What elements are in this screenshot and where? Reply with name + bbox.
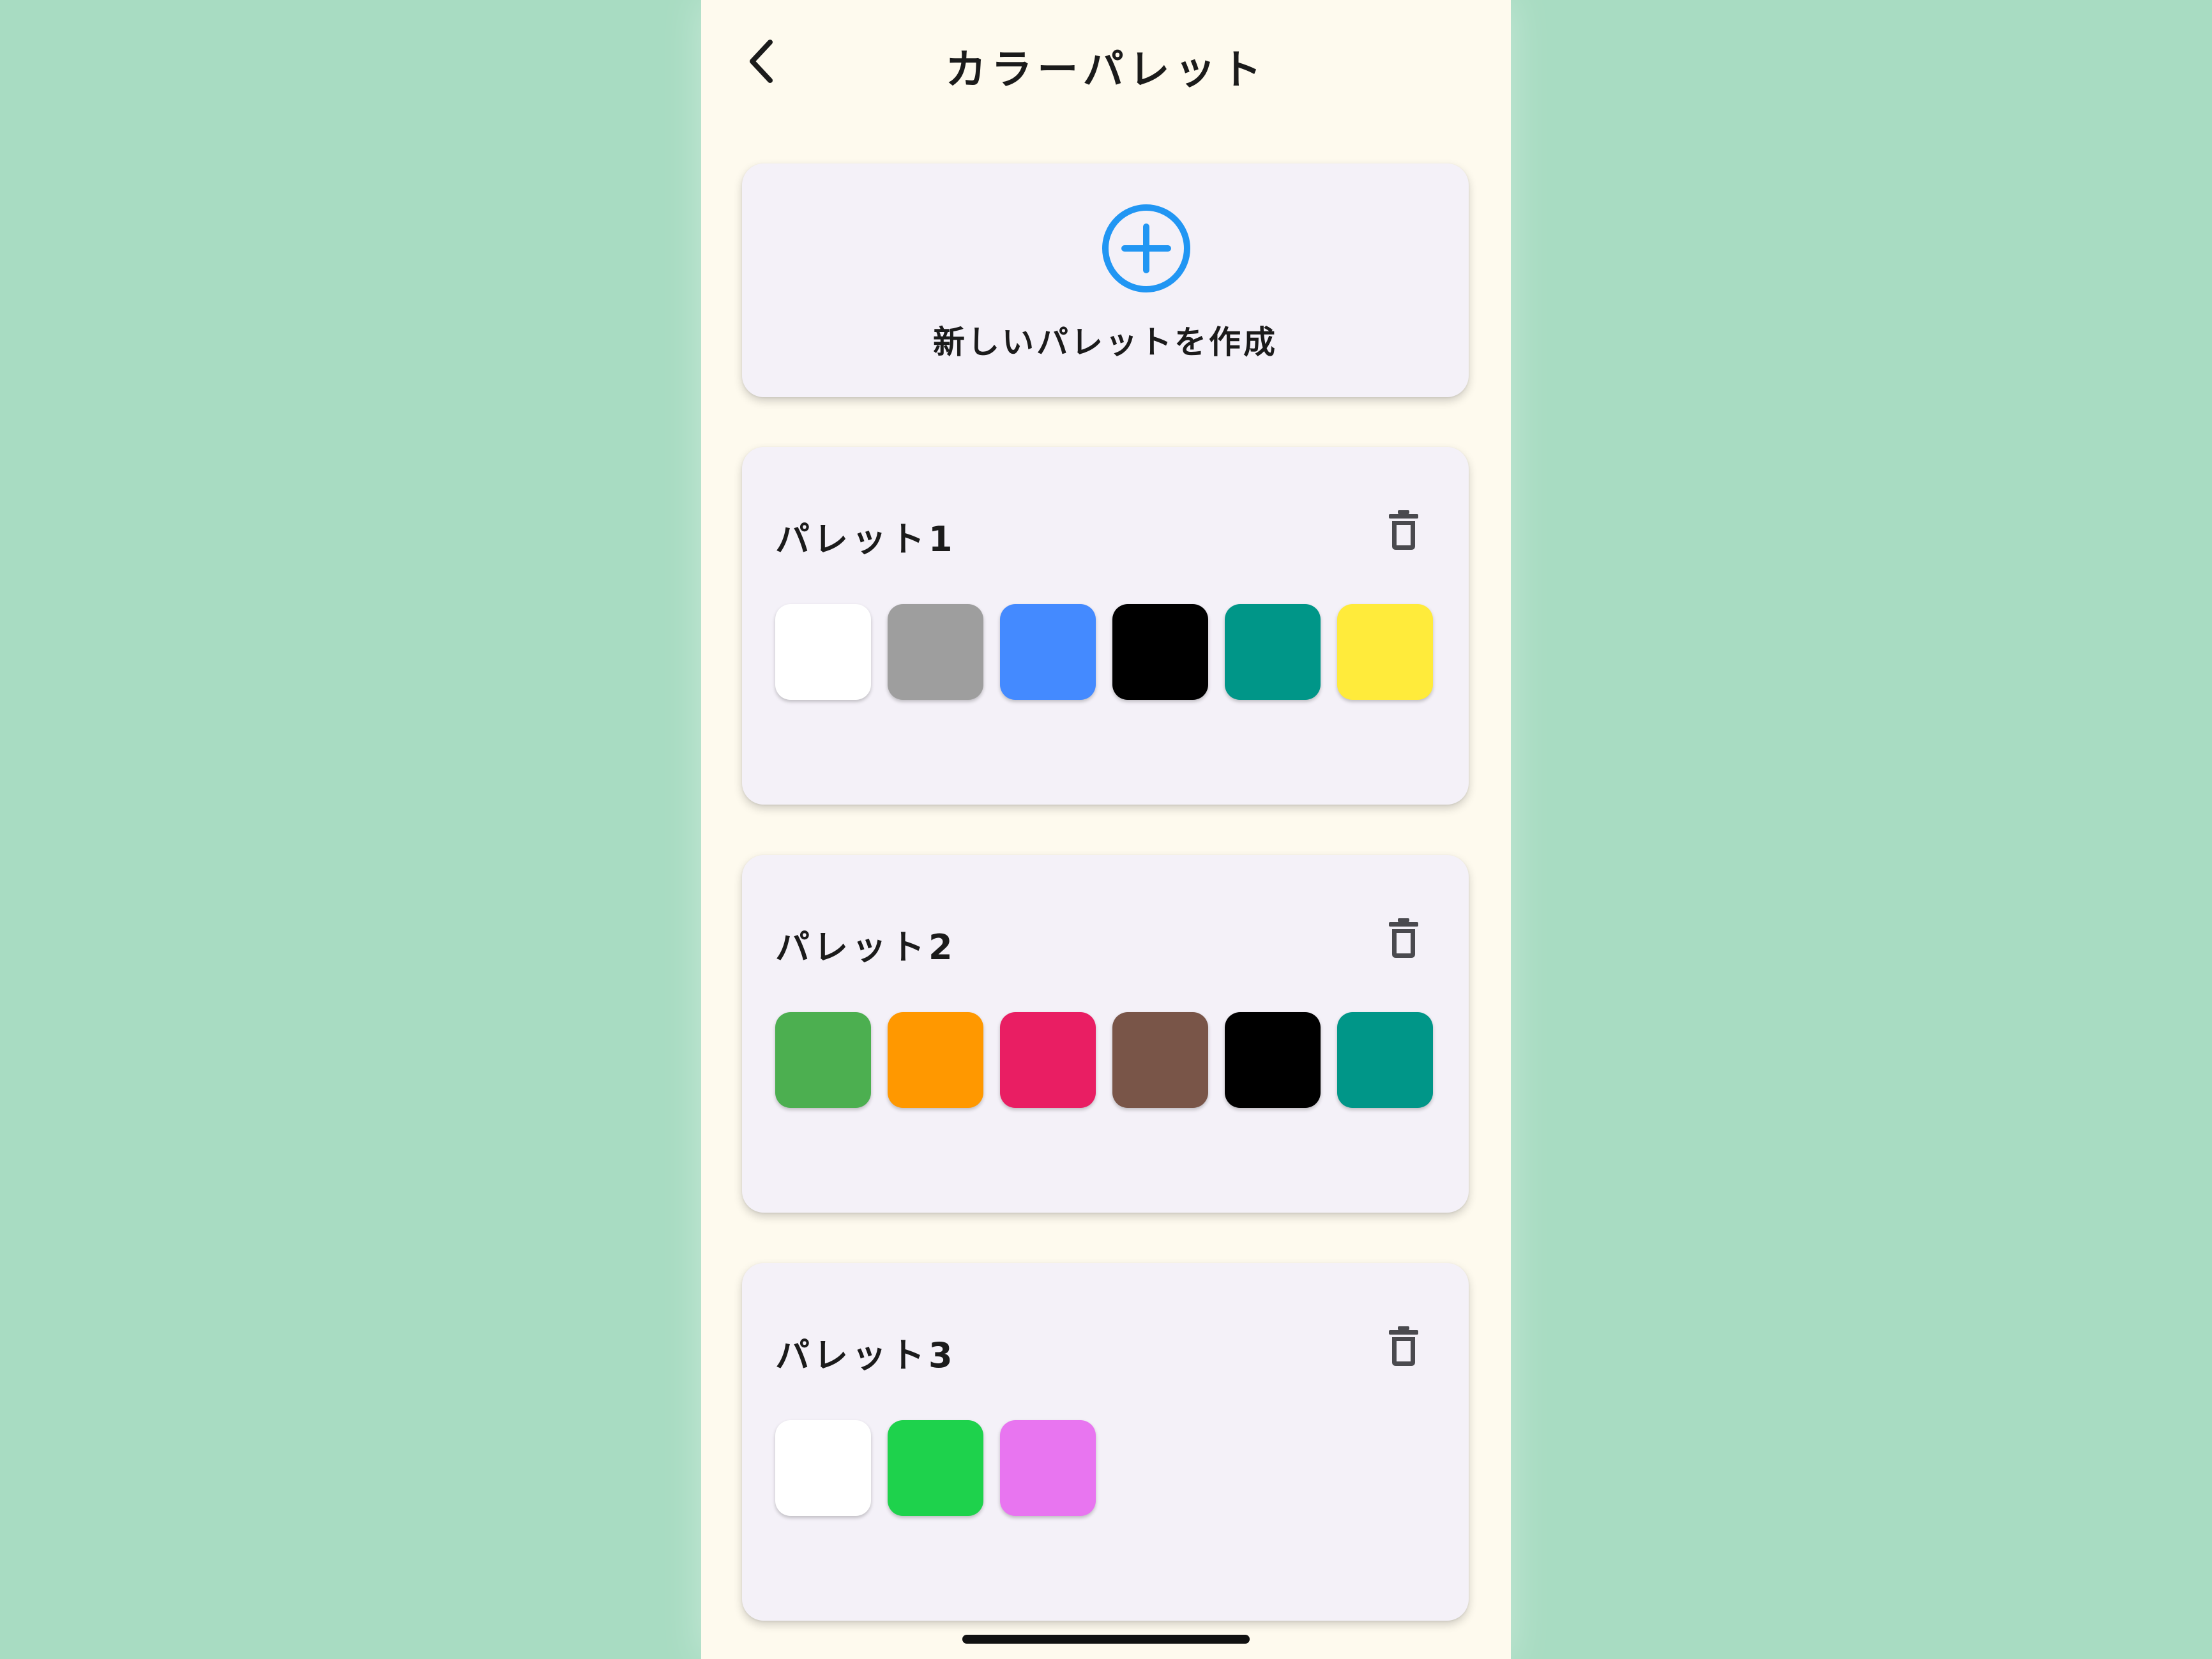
create-palette-button[interactable]: 新しいパレットを作成	[742, 163, 1469, 397]
palette-name: パレット1	[775, 519, 957, 559]
color-swatches	[775, 1012, 1433, 1108]
color-swatch[interactable]	[1337, 1012, 1433, 1108]
color-swatch[interactable]	[1225, 604, 1321, 700]
page-title: カラーパレット	[945, 47, 1267, 94]
color-swatch[interactable]	[888, 604, 983, 700]
trash-icon	[1389, 510, 1418, 550]
palette-card[interactable]: パレット2	[742, 855, 1469, 1213]
color-swatch[interactable]	[775, 1012, 871, 1108]
palette-name: パレット2	[775, 927, 957, 967]
trash-icon	[1389, 918, 1418, 958]
delete-palette-button[interactable]	[1381, 913, 1427, 964]
delete-palette-button[interactable]	[1381, 1321, 1427, 1372]
home-indicator	[962, 1635, 1250, 1644]
color-swatches	[775, 604, 1433, 700]
color-swatch[interactable]	[1337, 604, 1433, 700]
palette-card[interactable]: パレット1	[742, 447, 1469, 805]
color-swatch[interactable]	[1112, 1012, 1208, 1108]
delete-palette-button[interactable]	[1381, 504, 1427, 556]
create-palette-label: 新しいパレットを作成	[933, 324, 1278, 361]
header: カラーパレット	[701, 0, 1511, 128]
plus-circle-icon	[1102, 204, 1190, 292]
trash-icon	[1389, 1326, 1418, 1366]
app-screen: カラーパレット 新しいパレットを作成 パレット1 パレット2 パレット3	[701, 0, 1511, 1659]
color-swatch[interactable]	[1000, 1012, 1096, 1108]
color-swatch[interactable]	[888, 1420, 983, 1516]
color-swatch[interactable]	[775, 604, 871, 700]
color-swatch[interactable]	[888, 1012, 983, 1108]
color-swatch[interactable]	[1112, 604, 1208, 700]
color-swatch[interactable]	[1000, 1420, 1096, 1516]
color-swatch[interactable]	[775, 1420, 871, 1516]
palette-card[interactable]: パレット3	[742, 1263, 1469, 1621]
color-swatch[interactable]	[1225, 1012, 1321, 1108]
palette-name: パレット3	[775, 1335, 957, 1375]
color-swatches	[775, 1420, 1096, 1516]
color-swatch[interactable]	[1000, 604, 1096, 700]
